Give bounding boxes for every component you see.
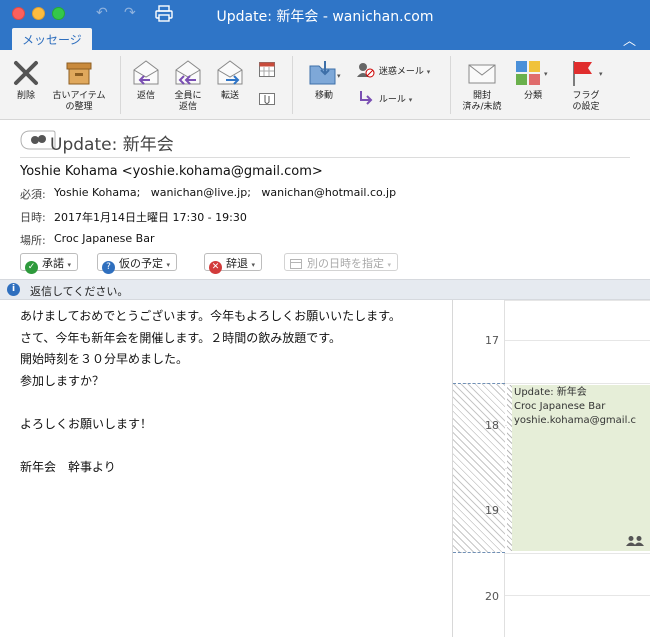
meeting-calendar-icon[interactable] <box>258 60 276 78</box>
required-label: 必須: <box>20 188 46 201</box>
reply-button[interactable]: 返信 <box>128 58 164 102</box>
info-bar: i 返信してください。 <box>0 279 650 300</box>
follow-up-flag-button[interactable]: ▾ フラグ の設定 <box>562 58 610 113</box>
check-icon: ✓ <box>25 261 38 274</box>
hour-label: 19 <box>485 504 499 517</box>
junk-dropdown-caret-icon: ▾ <box>426 68 431 76</box>
rules-arrow-icon <box>360 91 373 105</box>
hour-label: 20 <box>485 590 499 603</box>
collapse-ribbon-chevron-icon[interactable]: ︿ <box>623 30 636 49</box>
tentative-button[interactable]: ? 仮の予定 ▾ <box>97 253 178 274</box>
hour-line <box>505 595 650 596</box>
message-subject: Update: 新年会 <box>50 135 174 155</box>
archive-box-icon <box>66 62 92 85</box>
delete-button[interactable]: 削除 <box>10 58 42 102</box>
move-button[interactable]: ▾ 移動 <box>300 58 348 102</box>
decline-x-icon: ✕ <box>209 261 222 274</box>
header-divider <box>20 157 630 158</box>
archive-button[interactable]: 古いアイテム の整理 <box>48 58 110 113</box>
categorize-icon: ▾ <box>516 61 548 85</box>
attendees-icon <box>626 536 644 546</box>
busy-time-hatch <box>453 383 505 553</box>
required-attendees[interactable]: Yoshie Kohama; wanichan@live.jp; wanicha… <box>54 186 396 199</box>
body-line: 開始時刻を３０分早めました。 <box>20 352 189 366</box>
ribbon-separator <box>292 56 293 114</box>
reply-all-button[interactable]: 全員に 返信 <box>168 58 208 113</box>
when-value: 2017年1月14日土曜日 17:30 - 19:30 <box>54 211 247 224</box>
accept-dropdown-caret-icon: ▾ <box>67 261 72 269</box>
body-line: さて、今年も新年会を開催します。２時間の飲み放題です。 <box>20 330 342 345</box>
ribbon-tab-strip: メッセージ ︿ <box>0 28 650 50</box>
tentative-dropdown-caret-icon: ▾ <box>166 261 171 269</box>
propose-dropdown-caret-icon: ▾ <box>387 261 392 269</box>
message-body[interactable]: あけましておめでとうございます。今年もよろしくお願いいたします。 さて、今年も新… <box>20 306 440 478</box>
body-line: よろしくお願いします！ <box>20 416 153 431</box>
hour-line <box>505 383 650 384</box>
calendar-event[interactable]: Update: 新年会 Croc Japanese Bar yoshie.koh… <box>512 385 650 551</box>
hour-label: 18 <box>485 419 499 432</box>
reply-envelope-icon <box>133 60 159 85</box>
title-bar: ↶ ↷ Update: 新年会 - wanichan.com <box>0 0 650 28</box>
info-text: 返信してください。 <box>30 285 129 298</box>
where-value: Croc Japanese Bar <box>54 232 155 245</box>
accept-button[interactable]: ✓ 承諾 ▾ <box>20 253 79 274</box>
tab-message[interactable]: メッセージ <box>12 28 92 50</box>
svg-text:▾: ▾ <box>599 70 603 78</box>
attachment-icon[interactable] <box>258 90 276 108</box>
red-flag-icon: ▾ <box>573 61 603 86</box>
event-location: Croc Japanese Bar <box>514 401 606 412</box>
ribbon-separator <box>120 56 121 114</box>
calendar-icon <box>290 259 302 269</box>
rules-button[interactable]: ルール ▾ <box>356 90 440 106</box>
propose-new-time-button[interactable]: 別の日時を指定 ▾ <box>284 253 399 271</box>
delete-x-icon <box>14 61 38 85</box>
body-line <box>20 435 440 457</box>
envelope-icon <box>468 64 496 84</box>
info-icon: i <box>7 283 20 296</box>
svg-text:▾: ▾ <box>337 72 341 80</box>
hour-label: 17 <box>485 334 499 347</box>
question-icon: ? <box>102 261 115 274</box>
where-label: 場所: <box>20 234 46 247</box>
sender[interactable]: Yoshie Kohama <yoshie.kohama@gmail.com> <box>20 164 323 179</box>
body-line: 新年会 幹事より <box>20 459 116 474</box>
forward-button[interactable]: 転送 <box>212 58 248 102</box>
hour-line <box>505 340 650 341</box>
categorize-button[interactable]: ▾ 分類 <box>512 58 554 102</box>
move-folder-icon: ▾ <box>309 61 341 85</box>
ribbon: 削除 古いアイテム の整理 返信 全員に 返信 転送 ▾ 移動 迷惑メール ▾ … <box>0 50 650 120</box>
junk-mail-person-icon <box>357 63 375 78</box>
hour-line <box>505 553 650 554</box>
decline-dropdown-caret-icon: ▾ <box>251 261 256 269</box>
reply-all-envelope-icon <box>175 60 201 85</box>
event-title: Update: 新年会 <box>514 387 587 398</box>
body-line: 参加しますか？ <box>20 373 105 388</box>
body-line <box>20 392 440 414</box>
ribbon-separator <box>450 56 451 114</box>
body-line: あけましておめでとうございます。今年もよろしくお願いいたします。 <box>20 309 401 323</box>
window-title: Update: 新年会 - wanichan.com <box>216 9 434 25</box>
event-organizer: yoshie.kohama@gmail.c <box>514 415 637 426</box>
svg-text:▾: ▾ <box>544 70 548 78</box>
when-label: 日時: <box>20 211 46 224</box>
calendar-preview[interactable]: 17 18 19 20 Update: 新年会 Croc Japanese Ba… <box>452 300 650 637</box>
rules-dropdown-caret-icon: ▾ <box>408 96 413 104</box>
decline-button[interactable]: ✕ 辞退 ▾ <box>204 253 263 274</box>
forward-envelope-icon <box>217 60 243 85</box>
junk-mail-button[interactable]: 迷惑メール ▾ <box>356 62 440 78</box>
hour-line <box>505 300 650 301</box>
mark-read-unread-button[interactable]: 開封 済み/未読 <box>456 58 508 113</box>
